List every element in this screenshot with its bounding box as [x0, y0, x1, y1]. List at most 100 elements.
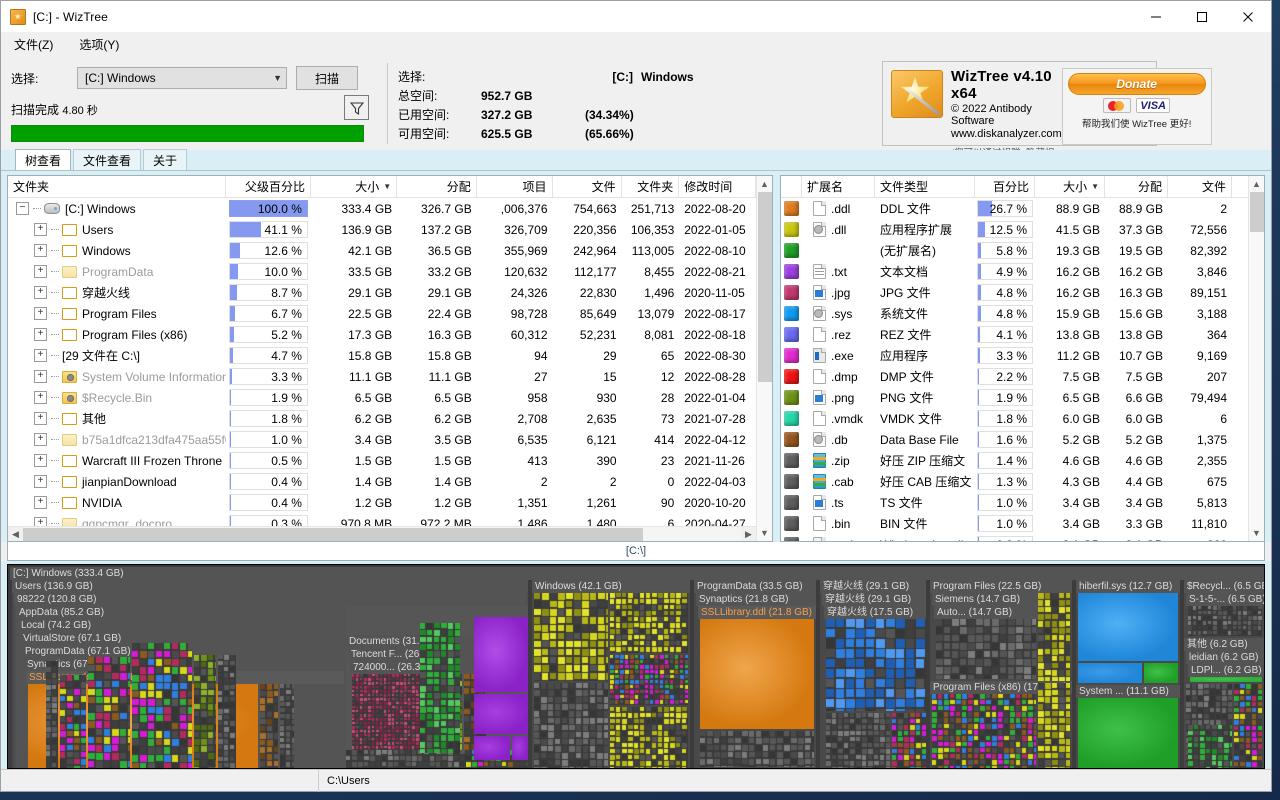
- col-size[interactable]: 大小▼: [311, 176, 397, 197]
- scroll-down-icon[interactable]: ▼: [1249, 525, 1265, 541]
- expand-icon[interactable]: +: [34, 433, 47, 446]
- expand-icon[interactable]: +: [34, 286, 47, 299]
- expand-icon[interactable]: +: [34, 391, 47, 404]
- expand-icon[interactable]: +: [34, 496, 47, 509]
- drive-select[interactable]: [C:] Windows ▼: [77, 67, 287, 89]
- menu-options[interactable]: 选项(Y): [76, 34, 122, 55]
- tree-row-name-cell[interactable]: +Program Files (x86): [8, 328, 226, 342]
- treemap-block[interactable]: [512, 736, 528, 760]
- treemap-block[interactable]: [474, 736, 510, 760]
- treemap[interactable]: [C:] Windows (333.4 GB)Users (136.9 GB)9…: [7, 564, 1265, 769]
- scroll-left-icon[interactable]: ◀: [8, 527, 23, 542]
- col-ext-files[interactable]: 文件: [1168, 176, 1232, 197]
- col-extension[interactable]: 扩展名: [802, 176, 875, 197]
- col-filetype[interactable]: 文件类型: [875, 176, 975, 197]
- treemap-block[interactable]: [474, 617, 528, 692]
- table-row[interactable]: .ddlDDL 文件26.7 %88.9 GB88.9 GB2: [781, 198, 1248, 219]
- treemap-block[interactable]: [1078, 593, 1178, 661]
- tree-row-name-cell[interactable]: +qqpcmgr_docpro: [8, 517, 226, 527]
- vscroll-thumb[interactable]: [758, 192, 772, 382]
- tree-row-name-cell[interactable]: +$Recycle.Bin: [8, 391, 226, 405]
- table-row[interactable]: +ProgramData10.0 %33.5 GB33.2 GB120,6321…: [8, 261, 756, 282]
- tree-row-name-cell[interactable]: +[29 文件在 C:\]: [8, 347, 226, 364]
- tree-row-name-cell[interactable]: +Program Files: [8, 307, 226, 321]
- expand-icon[interactable]: +: [34, 307, 47, 320]
- table-row[interactable]: +qqpcmgr_docpro0.3 %970.8 MB972.2 MB1,48…: [8, 513, 756, 526]
- tree-row-name-cell[interactable]: +Users: [8, 223, 226, 237]
- expand-icon[interactable]: +: [34, 265, 47, 278]
- treemap-block[interactable]: [700, 619, 814, 729]
- donate-button[interactable]: Donate: [1068, 73, 1206, 95]
- table-row[interactable]: +Users41.1 %136.9 GB137.2 GB326,709220,3…: [8, 219, 756, 240]
- col-ext-alloc[interactable]: 分配: [1105, 176, 1168, 197]
- table-row[interactable]: .jpgJPG 文件4.8 %16.2 GB16.3 GB89,151: [781, 282, 1248, 303]
- tree-row-name-cell[interactable]: +b75a1dfca213dfa475aa55f69a: [8, 433, 226, 447]
- tree-row-name-cell[interactable]: +System Volume Information: [8, 370, 226, 384]
- table-row[interactable]: +jianpianDownload0.4 %1.4 GB1.4 GB220202…: [8, 471, 756, 492]
- col-ext-percent[interactable]: 百分比: [975, 176, 1035, 197]
- table-row[interactable]: +Program Files (x86)5.2 %17.3 GB16.3 GB6…: [8, 324, 756, 345]
- treemap-block[interactable]: [1078, 663, 1142, 683]
- table-row[interactable]: .dll应用程序扩展12.5 %41.5 GB37.3 GB72,556: [781, 219, 1248, 240]
- table-row[interactable]: .msiWindows Installe0.9 %3.1 GB3.1 GB260: [781, 534, 1248, 541]
- col-items[interactable]: 项目: [477, 176, 553, 197]
- tree-row-name-cell[interactable]: +Windows: [8, 244, 226, 258]
- expand-icon[interactable]: +: [34, 244, 47, 257]
- expand-icon[interactable]: +: [34, 454, 47, 467]
- table-row[interactable]: +其他1.8 %6.2 GB6.2 GB2,7082,635732021-07-…: [8, 408, 756, 429]
- table-row[interactable]: +b75a1dfca213dfa475aa55f69a1.0 %3.4 GB3.…: [8, 429, 756, 450]
- table-row[interactable]: +System Volume Information3.3 %11.1 GB11…: [8, 366, 756, 387]
- table-row[interactable]: .txt文本文档4.9 %16.2 GB16.2 GB3,846: [781, 261, 1248, 282]
- funnel-icon[interactable]: [344, 95, 369, 120]
- pane-splitter[interactable]: [773, 175, 780, 542]
- treemap-block[interactable]: [1190, 677, 1262, 682]
- tree-row-name-cell[interactable]: +ProgramData: [8, 265, 226, 279]
- scan-button[interactable]: 扫描: [296, 66, 358, 90]
- table-row[interactable]: .tsTS 文件1.0 %3.4 GB3.4 GB5,813: [781, 492, 1248, 513]
- hscroll-thumb[interactable]: [23, 528, 643, 541]
- table-row[interactable]: +Program Files6.7 %22.5 GB22.4 GB98,7288…: [8, 303, 756, 324]
- col-allocated[interactable]: 分配: [397, 176, 477, 197]
- hscroll-track[interactable]: [23, 527, 741, 542]
- tab-about[interactable]: 关于: [143, 149, 187, 170]
- vscroll-thumb[interactable]: [1250, 192, 1264, 232]
- table-row[interactable]: .vmdkVMDK 文件1.8 %6.0 GB6.0 GB6: [781, 408, 1248, 429]
- close-icon[interactable]: [1225, 1, 1271, 32]
- table-row[interactable]: (无扩展名)5.8 %19.3 GB19.5 GB82,392: [781, 240, 1248, 261]
- col-folders[interactable]: 文件夹: [622, 176, 680, 197]
- expand-icon[interactable]: +: [34, 475, 47, 488]
- tree-vscrollbar[interactable]: ▲ ▼: [756, 176, 772, 541]
- table-row[interactable]: +NVIDIA0.4 %1.2 GB1.2 GB1,3511,261902020…: [8, 492, 756, 513]
- vscroll-track[interactable]: [757, 192, 773, 525]
- col-files[interactable]: 文件: [553, 176, 622, 197]
- table-row[interactable]: .binBIN 文件1.0 %3.4 GB3.3 GB11,810: [781, 513, 1248, 534]
- table-row[interactable]: .exe应用程序3.3 %11.2 GB10.7 GB9,169: [781, 345, 1248, 366]
- tree-row-name-cell[interactable]: +其他: [8, 410, 226, 427]
- expand-icon[interactable]: +: [34, 517, 47, 526]
- scroll-up-icon[interactable]: ▲: [757, 176, 773, 192]
- table-row[interactable]: +$Recycle.Bin1.9 %6.5 GB6.5 GB9589302820…: [8, 387, 756, 408]
- menu-file[interactable]: 文件(Z): [11, 34, 56, 55]
- table-row[interactable]: −[C:] Windows100.0 %333.4 GB326.7 GB,006…: [8, 198, 756, 219]
- table-row[interactable]: .cab好压 CAB 压缩文1.3 %4.3 GB4.4 GB675: [781, 471, 1248, 492]
- tree-hscrollbar[interactable]: ◀ ▶: [8, 526, 756, 541]
- table-row[interactable]: .zip好压 ZIP 压缩文1.4 %4.6 GB4.6 GB2,355: [781, 450, 1248, 471]
- treemap-block[interactable]: [1144, 663, 1178, 683]
- scroll-right-icon[interactable]: ▶: [741, 527, 756, 542]
- table-row[interactable]: .dmpDMP 文件2.2 %7.5 GB7.5 GB207: [781, 366, 1248, 387]
- table-row[interactable]: +[29 文件在 C:\]4.7 %15.8 GB15.8 GB94296520…: [8, 345, 756, 366]
- vscroll-track[interactable]: [1249, 192, 1265, 525]
- website-link[interactable]: www.diskanalyzer.com: [951, 128, 1062, 140]
- treemap-block[interactable]: [1078, 698, 1178, 768]
- scroll-down-icon[interactable]: ▼: [757, 525, 773, 541]
- table-row[interactable]: .pngPNG 文件1.9 %6.5 GB6.6 GB79,494: [781, 387, 1248, 408]
- tree-row-name-cell[interactable]: +Warcraft III Frozen Throne: [8, 454, 226, 468]
- table-row[interactable]: .sys系统文件4.8 %15.9 GB15.6 GB3,188: [781, 303, 1248, 324]
- expand-icon[interactable]: +: [34, 328, 47, 341]
- scroll-up-icon[interactable]: ▲: [1249, 176, 1265, 192]
- expand-icon[interactable]: +: [34, 349, 47, 362]
- minimize-icon[interactable]: [1133, 1, 1179, 32]
- tab-tree-view[interactable]: 树查看: [15, 149, 71, 170]
- table-row[interactable]: +穿越火线8.7 %29.1 GB29.1 GB24,32622,8301,49…: [8, 282, 756, 303]
- col-ext-size[interactable]: 大小▼: [1035, 176, 1105, 197]
